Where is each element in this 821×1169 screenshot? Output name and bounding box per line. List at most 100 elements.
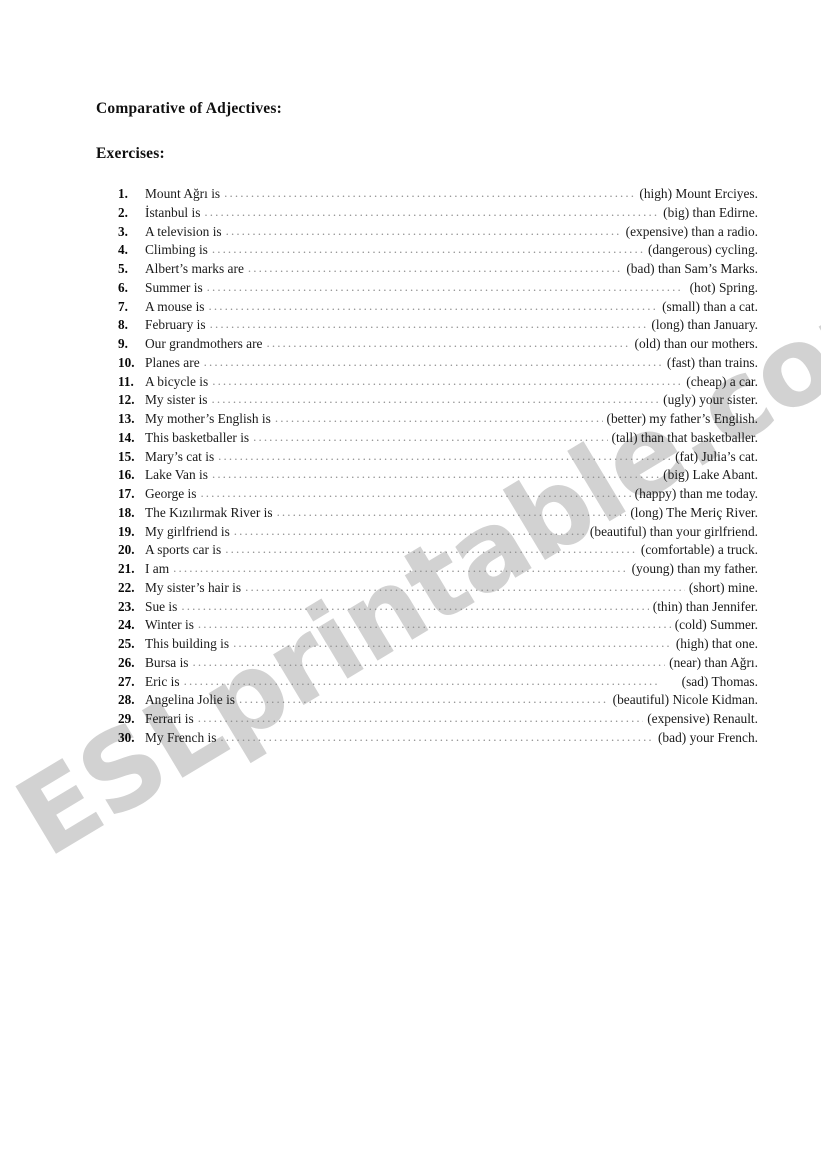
answer-blank[interactable]: ........................................…	[173, 560, 627, 576]
exercise-item: 10. Planes are...........................…	[118, 354, 758, 374]
answer-blank[interactable]: ........................................…	[245, 579, 685, 595]
exercise-answer-hint: (expensive) than a radio.	[625, 223, 758, 239]
exercise-prompt: A mouse is	[145, 298, 205, 314]
answer-blank[interactable]: ........................................…	[212, 241, 644, 257]
exercise-number: 6.	[118, 279, 128, 295]
exercise-answer-hint: (cheap) a car.	[686, 373, 758, 389]
exercise-number: 29.	[118, 711, 135, 726]
answer-blank[interactable]: ........................................…	[224, 185, 635, 201]
exercise-prompt: Eric is	[145, 673, 180, 689]
answer-blank[interactable]: ........................................…	[233, 635, 672, 651]
answer-blank[interactable]: ........................................…	[210, 316, 648, 332]
answer-blank[interactable]: ........................................…	[253, 429, 607, 445]
exercise-item: 22. My sister’s hair is..................…	[118, 579, 758, 599]
exercise-number: 10.	[118, 354, 135, 370]
exercise-number: 9.	[118, 336, 128, 351]
exercise-number: 27.	[118, 673, 135, 689]
exercise-number: 8.	[118, 317, 128, 333]
exercise-answer-hint: (high) that one.	[675, 636, 758, 651]
answer-blank[interactable]: ........................................…	[200, 485, 630, 501]
answer-blank[interactable]: ........................................…	[193, 654, 666, 670]
exercise-number: 15.	[118, 448, 135, 464]
exercise-prompt: My French is	[145, 729, 217, 745]
answer-blank[interactable]: ........................................…	[198, 710, 643, 726]
exercise-answer-hint: (expensive) Renault.	[647, 711, 758, 726]
exercise-answer-hint: (beautiful) Nicole Kidman.	[612, 692, 758, 708]
exercise-prompt: I am	[145, 561, 170, 576]
exercise-answer-hint: (big) than Edirne.	[663, 204, 758, 220]
answer-blank[interactable]: ........................................…	[212, 391, 660, 407]
exercise-number: 20.	[118, 542, 135, 558]
exercise-item: 24. Winter is............................…	[118, 616, 758, 636]
exercise-answer-hint: (comfortable) a truck.	[640, 542, 758, 558]
exercise-prompt: Albert’s marks are	[145, 261, 244, 276]
exercise-answer-hint: (cold) Summer.	[674, 617, 758, 633]
exercises-heading: Exercises:	[96, 145, 165, 162]
exercise-number: 7.	[118, 298, 128, 314]
exercise-answer-hint: (better) my father’s English.	[606, 411, 758, 426]
answer-blank[interactable]: ........................................…	[204, 354, 663, 370]
exercise-number: 1.	[118, 186, 128, 201]
page-title: Comparative of Adjectives:	[96, 100, 282, 117]
answer-blank[interactable]: ........................................…	[277, 504, 627, 520]
exercise-item: 2. İstanbul is...........................…	[118, 204, 758, 224]
exercise-prompt: My girlfriend is	[145, 523, 230, 539]
answer-blank[interactable]: ........................................…	[212, 466, 659, 482]
exercise-item: 8. February is...........................…	[118, 316, 758, 336]
exercise-answer-hint: (ugly) your sister.	[663, 392, 758, 408]
exercise-prompt: Ferrari is	[145, 711, 194, 726]
answer-blank[interactable]: ........................................…	[239, 691, 609, 707]
answer-blank[interactable]: ........................................…	[267, 335, 631, 351]
exercise-number: 23.	[118, 598, 135, 614]
exercise-number: 14.	[118, 429, 135, 445]
exercise-number: 2.	[118, 204, 128, 220]
answer-blank[interactable]: ........................................…	[220, 729, 654, 745]
exercise-number: 24.	[118, 617, 135, 633]
exercise-prompt: Winter is	[145, 617, 194, 633]
answer-blank[interactable]: ........................................…	[234, 523, 586, 539]
answer-blank[interactable]: ........................................…	[218, 448, 671, 464]
answer-blank[interactable]: ........................................…	[198, 616, 671, 632]
exercise-prompt: This building is	[145, 636, 230, 651]
exercise-answer-hint: (hot) Spring.	[689, 279, 758, 295]
exercise-prompt: My sister is	[145, 392, 208, 408]
exercise-answer-hint: (old) than our mothers.	[634, 336, 758, 351]
answer-blank[interactable]: ........................................…	[248, 260, 622, 276]
exercise-number: 4.	[118, 242, 128, 258]
exercise-number: 18.	[118, 504, 135, 520]
exercise-answer-hint: (bad) than Sam’s Marks.	[626, 261, 758, 276]
exercise-answer-hint: (long) The Meriç River.	[630, 504, 758, 520]
exercise-item: 3. A television is.......................…	[118, 223, 758, 243]
exercise-prompt: İstanbul is	[145, 204, 201, 220]
exercise-list: 1. Mount Ağrı is.........................…	[118, 185, 758, 749]
exercise-item: 15. Mary’s cat is........................…	[118, 448, 758, 468]
exercise-answer-hint: (bad) your French.	[657, 729, 758, 745]
exercise-item: 1. Mount Ağrı is.........................…	[118, 185, 758, 205]
exercise-number: 21.	[118, 561, 135, 576]
exercise-number: 12.	[118, 392, 135, 408]
exercise-number: 22.	[118, 579, 135, 595]
exercise-answer-hint: (fast) than trains.	[666, 354, 758, 370]
exercise-answer-hint: (sad) Thomas.	[681, 673, 758, 689]
exercise-prompt: February is	[145, 317, 206, 333]
answer-blank[interactable]: ........................................…	[204, 204, 659, 220]
exercise-item: 7. A mouse is............................…	[118, 298, 758, 318]
answer-blank[interactable]: ........................................…	[226, 223, 622, 239]
exercise-item: 14. This basketballer is.................…	[118, 429, 758, 449]
exercise-answer-hint: (near) than Ağrı.	[669, 654, 758, 670]
answer-blank[interactable]: ........................................…	[207, 279, 686, 295]
exercise-number: 19.	[118, 523, 135, 539]
exercise-prompt: Mary’s cat is	[145, 448, 215, 464]
answer-blank[interactable]: ........................................…	[181, 598, 648, 614]
exercise-item: 12. My sister is.........................…	[118, 391, 758, 411]
exercise-item: 29. Ferrari is...........................…	[118, 710, 758, 730]
exercise-item: 9. Our grandmothers are..................…	[118, 335, 758, 355]
answer-blank[interactable]: ........................................…	[225, 541, 637, 557]
exercise-answer-hint: (dangerous) cycling.	[647, 242, 758, 258]
answer-blank[interactable]: ........................................…	[184, 673, 678, 689]
answer-blank[interactable]: ........................................…	[209, 298, 659, 314]
answer-blank[interactable]: ........................................…	[275, 410, 603, 426]
exercise-item: 16. Lake Van is..........................…	[118, 466, 758, 486]
exercise-item: 17. George is............................…	[118, 485, 758, 505]
answer-blank[interactable]: ........................................…	[212, 373, 682, 389]
